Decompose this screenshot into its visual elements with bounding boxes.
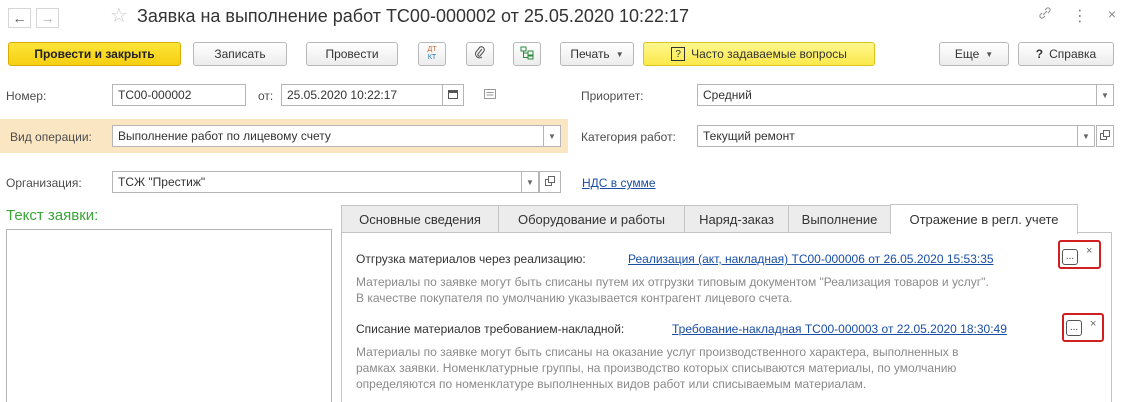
writeoff-hint-2: рамках заявки. Номенклатурные группы, на… — [356, 361, 957, 375]
paperclip-icon — [474, 45, 486, 63]
date-field[interactable]: 25.05.2020 10:22:17 — [281, 84, 443, 106]
forward-button[interactable]: → — [36, 8, 59, 28]
date-from-label: от: — [258, 89, 274, 103]
comment-icon[interactable] — [484, 88, 496, 102]
writeoff-clear-icon[interactable]: × — [1090, 318, 1096, 330]
shipment-label: Отгрузка материалов через реализацию: — [356, 252, 586, 266]
number-field[interactable]: ТС00-000002 — [112, 84, 246, 106]
calendar-button[interactable] — [442, 84, 464, 106]
shipment-select-button[interactable]: ... — [1062, 249, 1078, 265]
help-icon: ? — [1035, 47, 1044, 61]
organization-label: Организация: — [6, 176, 82, 190]
priority-label: Приоритет: — [581, 89, 644, 103]
writeoff-hint-3: определяются по номенклатуре выполненных… — [356, 377, 867, 391]
work-category-open-button[interactable] — [1096, 125, 1114, 147]
chevron-down-icon: ▼ — [985, 49, 994, 59]
writeoff-select-button[interactable]: ... — [1066, 320, 1082, 336]
attach-button[interactable] — [466, 42, 494, 66]
arrow-left-icon: ← — [12, 10, 27, 26]
print-button[interactable]: Печать ▼ — [560, 42, 634, 66]
organization-field[interactable]: ТСЖ "Престиж" — [112, 171, 522, 193]
shipment-hint-1: Материалы по заявке могут быть списаны п… — [356, 275, 989, 289]
shipment-clear-icon[interactable]: × — [1086, 245, 1092, 257]
more-actions-button[interactable]: Еще ▼ — [939, 42, 1009, 66]
writeoff-hint-1: Материалы по заявке могут быть списаны н… — [356, 345, 959, 359]
close-icon[interactable]: × — [1108, 6, 1116, 26]
shipment-hint-2: В качестве покупателя по умолчанию указы… — [356, 291, 793, 305]
open-icon — [1100, 130, 1110, 142]
post-and-close-button[interactable]: Провести и закрыть — [8, 42, 181, 66]
arrow-right-icon: → — [40, 10, 55, 26]
writeoff-label: Списание материалов требованием-накладно… — [356, 322, 625, 336]
back-button[interactable]: ← — [8, 8, 31, 28]
chevron-down-icon: ▼ — [1101, 90, 1109, 100]
structure-icon — [520, 46, 534, 63]
link-icon[interactable] — [1038, 6, 1052, 26]
dt-kt-icon-top: ДТ — [427, 46, 437, 53]
tab-equipment-works[interactable]: Оборудование и работы — [498, 205, 685, 233]
tab-basic-info[interactable]: Основные сведения — [341, 205, 499, 233]
operation-type-label: Вид операции: — [10, 130, 92, 144]
save-button[interactable]: Записать — [193, 42, 287, 66]
open-icon — [545, 176, 555, 188]
vat-link[interactable]: НДС в сумме — [582, 176, 656, 190]
post-button[interactable]: Провести — [306, 42, 398, 66]
more-icon[interactable]: ⋮ — [1072, 6, 1088, 26]
structure-button[interactable] — [513, 42, 541, 66]
priority-field[interactable]: Средний — [697, 84, 1097, 106]
question-icon: ? — [671, 47, 686, 61]
chevron-down-icon: ▼ — [615, 49, 624, 59]
priority-dropdown[interactable]: ▼ — [1096, 84, 1114, 106]
dt-kt-button[interactable]: ДТ КТ — [418, 42, 446, 66]
chevron-down-icon: ▼ — [1082, 131, 1090, 141]
request-text-label: Текст заявки: — [6, 207, 99, 224]
favorite-star-icon[interactable]: ☆ — [110, 5, 128, 27]
faq-button[interactable]: ? Часто задаваемые вопросы — [643, 42, 875, 66]
help-button[interactable]: ? Справка — [1018, 42, 1114, 66]
organization-open-button[interactable] — [539, 171, 561, 193]
work-category-label: Категория работ: — [581, 130, 676, 144]
request-text-area[interactable] — [6, 229, 332, 402]
tab-execution[interactable]: Выполнение — [788, 205, 891, 233]
number-label: Номер: — [6, 89, 47, 103]
organization-dropdown[interactable]: ▼ — [521, 171, 539, 193]
operation-type-dropdown[interactable]: ▼ — [543, 125, 561, 147]
window-controls: ⋮ × — [1038, 6, 1116, 26]
work-category-dropdown[interactable]: ▼ — [1077, 125, 1095, 147]
chevron-down-icon: ▼ — [548, 131, 556, 141]
shipment-document-link[interactable]: Реализация (акт, накладная) ТС00-000006 … — [628, 252, 994, 266]
window-title: Заявка на выполнение работ ТС00-000002 о… — [137, 6, 690, 26]
operation-type-field[interactable]: Выполнение работ по лицевому счету — [112, 125, 544, 147]
tab-work-order[interactable]: Наряд-заказ — [684, 205, 789, 233]
tab-accounting[interactable]: Отражение в регл. учете — [890, 204, 1078, 234]
calendar-icon — [448, 89, 458, 101]
work-category-field[interactable]: Текущий ремонт — [697, 125, 1078, 147]
writeoff-document-link[interactable]: Требование-накладная ТС00-000003 от 22.0… — [672, 322, 1007, 336]
chevron-down-icon: ▼ — [526, 177, 534, 187]
